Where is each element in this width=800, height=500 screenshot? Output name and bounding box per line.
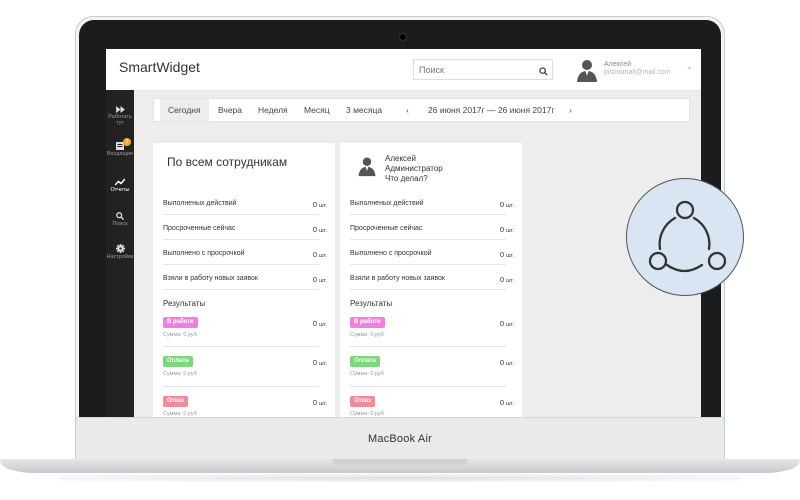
sum-text: Сумма: 0 руб [350,332,384,338]
summary-card-employee: Алексей Администратор Что делал? Выполне… [340,143,522,435]
stat-label: Взяли в работу новых заявок [163,275,258,282]
prev-period-button[interactable]: ‹ [406,99,409,121]
tab-today[interactable]: Сегодня [160,99,209,121]
results-title: Результаты [350,299,393,308]
laptop-shadow [60,474,740,482]
sidebar-item-settings[interactable]: Настройки [106,244,134,260]
sum-text: Сумма: 0 руб [350,371,384,377]
status-badge[interactable]: В работе [350,317,385,328]
search-box[interactable] [413,59,553,80]
search-icon[interactable] [539,63,548,81]
status-badge[interactable]: В работе [163,317,198,328]
employee-name: Алексей [385,154,416,163]
sidebar-item-label: Входящие [106,151,134,157]
camera-dot [400,34,406,40]
summary-card-all: По всем сотрудникам Выполненых действий … [153,143,335,435]
stat-value: 0 шт. [499,225,514,234]
sidebar-item-label: Отчеты [110,187,130,193]
stat-label: Выполненых действий [163,200,237,207]
tab-yesterday[interactable]: Вчера [218,99,242,121]
divider [350,239,506,240]
device-label: MacBook Air [368,433,432,445]
user-name: Алексей [604,61,632,68]
fast-forward-icon [115,106,125,113]
result-value: 0 шт. [312,319,327,328]
sidebar-item-label: Работать тут [108,114,132,126]
stat-value: 0 шт. [312,275,327,284]
stat-value: 0 шт. [499,250,514,259]
gear-icon [115,244,125,253]
result-value: 0 шт. [499,358,514,367]
status-badge[interactable]: Оплата [350,356,380,367]
person-icon [356,155,378,177]
stat-label: Выполненых действий [350,200,424,207]
sidebar-item-label: Поиск [112,221,128,227]
stat-label: Просроченные сейчас [350,225,423,232]
period-filter-bar: Сегодня Вчера Неделя Месяц 3 месяца ‹ 26… [153,98,690,122]
stat-label: Выполнено с просрочкой [350,250,432,257]
divider [350,289,506,290]
employee-question: Что делал? [385,174,428,183]
tab-3-months[interactable]: 3 месяца [346,99,382,121]
laptop-chin: MacBook Air [76,417,724,460]
app-screen: SmartWidget Алексей pismomail@mail.com ⌄ [106,49,701,435]
stat-value: 0 шт. [499,200,514,209]
stat-label: Выполнено с просрочкой [163,250,245,257]
card-title: По всем сотрудникам [167,155,288,169]
sidebar-item-reports[interactable]: Отчеты [106,178,134,193]
notification-badge: 1 [123,138,131,146]
stat-value: 0 шт. [312,200,327,209]
tab-month[interactable]: Месяц [304,99,330,121]
next-period-button[interactable]: › [569,99,572,121]
stat-label: Взяли в работу новых заявок [350,275,445,282]
search-icon [116,212,124,220]
stat-value: 0 шт. [499,275,514,284]
top-bar: SmartWidget Алексей pismomail@mail.com ⌄ [106,49,701,91]
date-range-label[interactable]: 26 июня 2017г — 26 июня 2017г [428,99,554,121]
divider [350,346,506,347]
sidebar: Работать тут Входящие 1 Отчеты Поиск Нас… [106,90,134,435]
brand-logo-text[interactable]: SmartWidget [119,59,200,75]
results-title: Результаты [163,299,206,308]
status-badge[interactable]: Отказ [163,396,189,407]
result-value: 0 шт. [312,358,327,367]
chevron-down-icon[interactable]: ⌄ [686,62,693,71]
divider [350,386,506,387]
sum-text: Сумма: 0 руб [163,332,197,338]
stat-value: 0 шт. [312,225,327,234]
employee-role: Администратор [385,164,443,173]
divider [163,346,319,347]
stat-label: Просроченные сейчас [163,225,236,232]
user-email: pismomail@mail.com [604,69,671,76]
result-value: 0 шт. [312,398,327,407]
status-badge[interactable]: Оплата [163,356,193,367]
share-network-icon [626,178,744,296]
divider [163,239,319,240]
divider [163,264,319,265]
sidebar-item-label: Настройки [106,254,134,260]
stat-value: 0 шт. [312,250,327,259]
sum-text: Сумма: 0 руб [163,371,197,377]
screen-bezel: SmartWidget Алексей pismomail@mail.com ⌄ [79,20,721,460]
tab-week[interactable]: Неделя [258,99,288,121]
search-input[interactable] [414,60,534,80]
sidebar-item-search[interactable]: Поиск [106,212,134,227]
laptop-base-notch [332,459,468,465]
user-avatar[interactable] [574,57,600,83]
divider [163,214,319,215]
status-badge[interactable]: Отказ [350,396,376,407]
sidebar-item-inbox[interactable]: Входящие 1 [106,138,134,157]
trend-icon [115,178,125,186]
result-value: 0 шт. [499,319,514,328]
divider [350,214,506,215]
result-value: 0 шт. [499,398,514,407]
divider [163,386,319,387]
divider [163,289,319,290]
divider [350,264,506,265]
sidebar-item-work-here[interactable]: Работать тут [106,106,134,126]
